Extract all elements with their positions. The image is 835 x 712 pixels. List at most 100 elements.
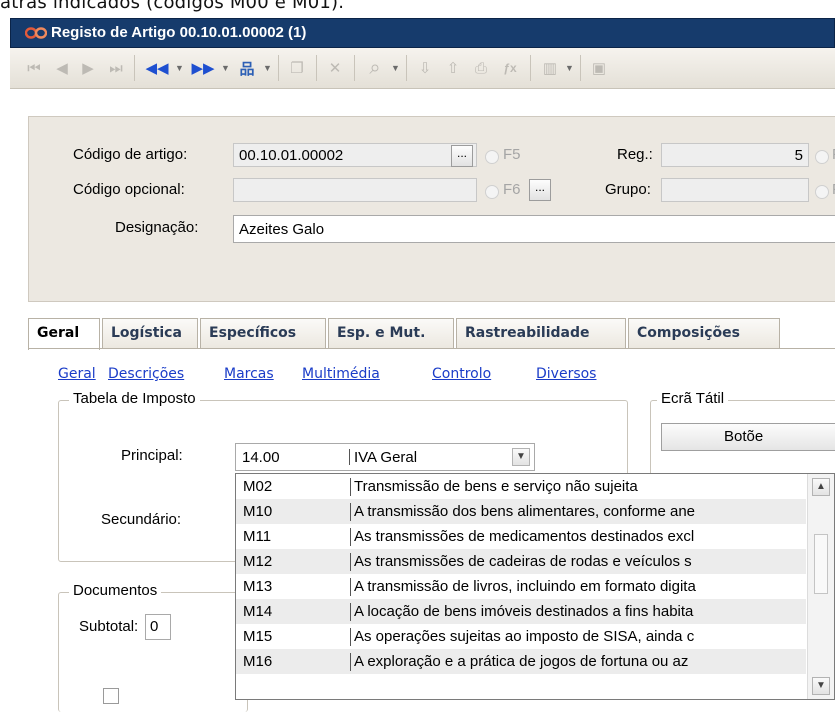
sublink-descricoes[interactable]: Descrições (108, 366, 184, 382)
tab-composicoes[interactable]: Composições (628, 318, 780, 348)
caption-text: atrás indicados (códigos M00 e M01). (0, 0, 345, 13)
tax-description: As transmissões de cadeiras de rodas e v… (354, 553, 692, 570)
principal-tax-select[interactable]: 14.00 IVA Geral ▼ (235, 443, 535, 471)
tax-description: A transmissão dos bens alimentares, conf… (354, 503, 696, 520)
title-bar[interactable]: Registo de Artigo 00.10.01.00002 (1) (10, 18, 835, 48)
header-form-panel: Código de artigo: 00.10.01.00002 ... F5 … (28, 116, 835, 302)
codigo-lookup-button[interactable]: ... (451, 145, 473, 167)
tab-esp-mut[interactable]: Esp. e Mut. (328, 318, 454, 348)
sublink-diversos[interactable]: Diversos (536, 366, 596, 382)
list-item[interactable]: M11 As transmissões de medicamentos desti… (236, 524, 806, 549)
print-icon[interactable]: ⎙ (470, 56, 492, 80)
search-dropdown-icon[interactable]: ▼ (388, 56, 400, 80)
first-record-icon[interactable]: ⏮ (24, 56, 44, 80)
list-item[interactable]: M14 A locação de bens imóveis destinados … (236, 599, 806, 624)
tab-especificos[interactable]: Específicos (200, 318, 326, 348)
hierarchy-dropdown-icon[interactable]: ▼ (260, 56, 272, 80)
list-item[interactable]: M13 A transmissão de livros, incluindo em… (236, 574, 806, 599)
search-icon[interactable]: ⌕ (362, 56, 388, 80)
last-record-icon[interactable]: ⏭ (106, 56, 126, 80)
tax-code: M12 (243, 553, 273, 570)
tax-code: M16 (243, 653, 273, 670)
sublink-multimedia[interactable]: Multimédia (302, 366, 380, 382)
grupo-f-radio[interactable] (815, 185, 829, 199)
column-separator (350, 503, 351, 521)
list-item[interactable]: M10 A transmissão dos bens alimentares, c… (236, 499, 806, 524)
column-separator (350, 528, 351, 546)
ecra-tatil-title: Ecrã Tátil (657, 390, 729, 407)
tax-code: M14 (243, 603, 273, 620)
column-separator (350, 578, 351, 596)
formula-icon[interactable]: ƒx (496, 56, 524, 80)
subtotal-field[interactable]: 0 (145, 614, 171, 640)
rewind-icon[interactable]: ◀◀ (142, 56, 172, 80)
barcode-icon[interactable]: ▥ (538, 56, 562, 80)
sublink-controlo[interactable]: Controlo (432, 366, 491, 382)
stock-in-icon[interactable]: ⇩ (414, 56, 436, 80)
list-item[interactable]: M02 Transmissão de bens e serviço não suj… (236, 474, 806, 499)
chevron-down-icon[interactable]: ▼ (812, 677, 830, 695)
tax-code: M10 (243, 503, 273, 520)
principal-label: Principal: (121, 447, 183, 464)
main-tabs: Geral Logística Específicos Esp. e Mut. … (28, 318, 835, 350)
forward-icon[interactable]: ▶▶ (188, 56, 218, 80)
opcional-lookup-button[interactable]: ... (529, 179, 551, 201)
infinity-logo-icon (25, 27, 47, 39)
toolbar-separator (134, 55, 135, 81)
column-separator (350, 653, 351, 671)
tax-table-title: Tabela de Imposto (69, 390, 200, 407)
tax-description: A transmissão de livros, incluindo em fo… (354, 578, 696, 595)
column-separator (349, 449, 350, 465)
stock-out-icon[interactable]: ⇧ (442, 56, 464, 80)
sublink-geral[interactable]: Geral (58, 366, 96, 382)
chevron-down-icon[interactable]: ▼ (512, 448, 530, 466)
next-record-icon[interactable]: ▶ (78, 56, 98, 80)
toolbar-separator (580, 55, 581, 81)
list-item[interactable]: M12 As transmissões de cadeiras de rodas … (236, 549, 806, 574)
toolbar-separator (316, 55, 317, 81)
hierarchy-icon[interactable]: 品 (234, 56, 260, 80)
grupo-field[interactable] (661, 178, 809, 202)
toolbar-separator (530, 55, 531, 81)
reg-field[interactable]: 5 (661, 143, 809, 167)
tab-underline (28, 348, 835, 349)
barcode-dropdown-icon[interactable]: ▼ (562, 56, 574, 80)
subtotal-label: Subtotal: (79, 618, 139, 635)
delete-icon[interactable]: ✕ (324, 56, 346, 80)
forward-dropdown-icon[interactable]: ▼ (218, 56, 230, 80)
tax-description: A exploração e a prática de jogos de for… (354, 653, 689, 670)
tab-rastreabilidade[interactable]: Rastreabilidade (456, 318, 626, 348)
previous-record-icon[interactable]: ◀ (52, 56, 72, 80)
column-separator (350, 553, 351, 571)
reg-f-radio[interactable] (815, 150, 829, 164)
f5-radio[interactable] (485, 150, 499, 164)
principal-tax-rate: 14.00 (242, 449, 280, 466)
image-icon[interactable]: ▣ (588, 56, 610, 80)
grupo-label: Grupo: (605, 181, 651, 198)
dropdown-scrollbar[interactable]: ▲ ▼ (807, 474, 834, 699)
chevron-up-icon[interactable]: ▲ (812, 478, 830, 496)
designacao-field[interactable]: Azeites Galo (233, 215, 835, 243)
reg-label: Reg.: (617, 146, 653, 163)
list-item[interactable]: M16 A exploração e a prática de jogos de … (236, 649, 806, 674)
toolbar: ⏮ ◀ ▶ ⏭ ◀◀ ▼ ▶▶ ▼ 品 ▼ ❐ ✕ ⌕ ▼ ⇩ ⇧ ⎙ ƒx ▥… (10, 48, 835, 89)
f6-label: F6 (503, 181, 521, 198)
copy-icon[interactable]: ❐ (286, 56, 308, 80)
f5-label: F5 (503, 146, 521, 163)
tab-logistica[interactable]: Logística (102, 318, 198, 348)
codigo-opcional-field[interactable] (233, 178, 477, 202)
window-title: Registo de Artigo 00.10.01.00002 (1) (51, 24, 307, 41)
rewind-dropdown-icon[interactable]: ▼ (172, 56, 184, 80)
tab-geral[interactable]: Geral (28, 318, 100, 350)
sublink-marcas[interactable]: Marcas (224, 366, 274, 382)
column-separator (350, 603, 351, 621)
f6-radio[interactable] (485, 185, 499, 199)
column-separator (350, 478, 351, 496)
tax-description: A locação de bens imóveis destinados a f… (354, 603, 694, 620)
codigo-artigo-label: Código de artigo: (73, 146, 188, 163)
option-checkbox[interactable] (103, 688, 119, 704)
scrollbar-thumb[interactable] (814, 534, 828, 594)
codigo-artigo-field[interactable]: 00.10.01.00002 (233, 143, 477, 167)
list-item[interactable]: M15 As operações sujeitas ao imposto de S… (236, 624, 806, 649)
touch-buttons-button[interactable]: Botõe (661, 423, 835, 451)
